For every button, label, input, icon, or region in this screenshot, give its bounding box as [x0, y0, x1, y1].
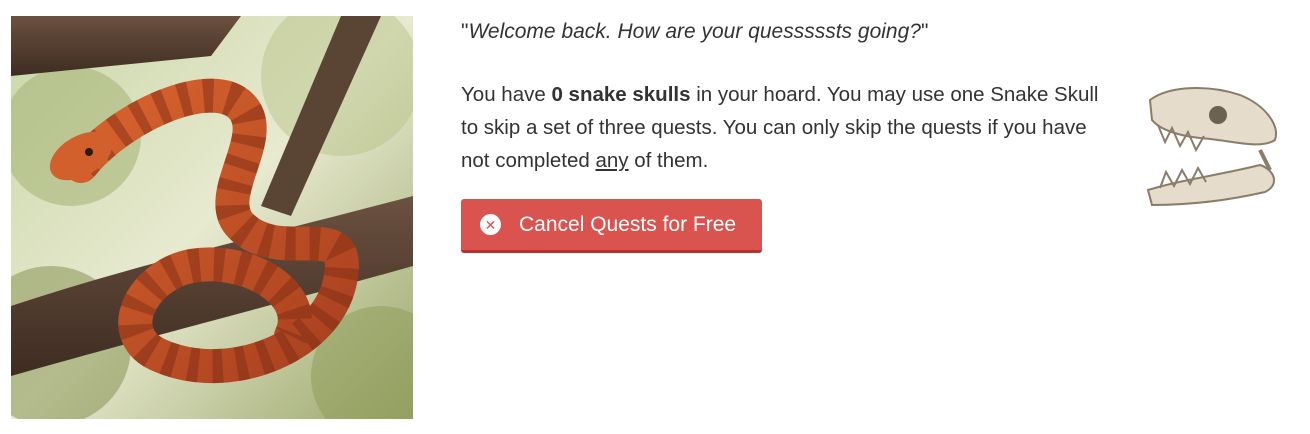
- quest-page: "Welcome back. How are your quesssssts g…: [0, 0, 1310, 434]
- npc-quote: "Welcome back. How are your quesssssts g…: [461, 20, 929, 43]
- snake-skull-icon: [1140, 80, 1290, 220]
- cancel-quests-button[interactable]: ✕ Cancel Quests for Free: [461, 199, 762, 253]
- skull-count: 0 snake skulls: [551, 83, 691, 106]
- quote-text: Welcome back. How are your quesssssts go…: [468, 20, 921, 43]
- snake-portrait: [11, 16, 413, 419]
- skip-info-text: You have 0 snake skulls in your hoard. Y…: [461, 83, 1099, 172]
- emphasis-any: any: [595, 149, 629, 172]
- cancel-quests-label: Cancel Quests for Free: [519, 212, 737, 236]
- x-circle-icon: ✕: [480, 214, 501, 235]
- quest-content: "Welcome back. How are your quesssssts g…: [461, 18, 1111, 253]
